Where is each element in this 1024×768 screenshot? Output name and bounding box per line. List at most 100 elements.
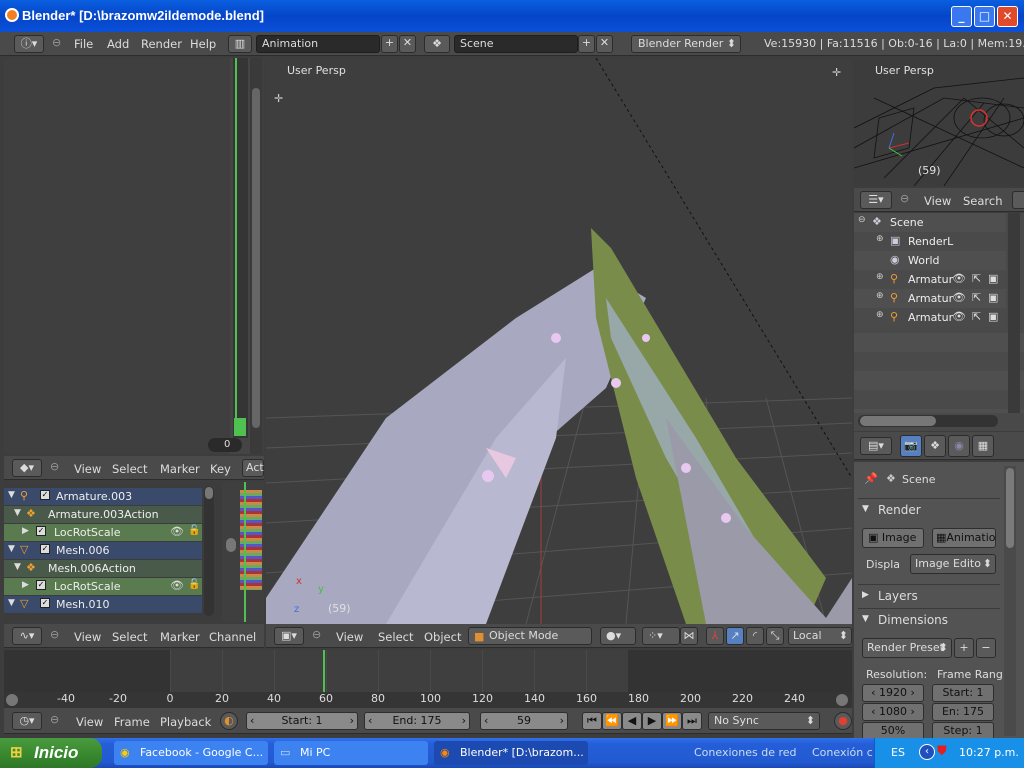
scale-icon[interactable]: ⤡ [766,627,784,645]
close-icon[interactable]: ✕ [997,6,1018,27]
render-panel-title[interactable]: Render [878,503,921,517]
maximize-icon[interactable]: □ [974,6,995,27]
graph-menu-marker[interactable]: Marker [160,630,200,644]
language-indicator[interactable]: ES [891,746,905,759]
outliner-row[interactable]: ⊕ ⚲ Armatur 👁 ⇱ ▣ [854,270,1006,289]
arrow-left-circle-icon[interactable]: ‹ [919,744,935,760]
render-preset-select[interactable]: Render Preset ⬍ [862,638,952,658]
render-animation-button[interactable]: ▦Animatio [932,528,996,548]
manipulator-icon[interactable]: ⋈ [680,627,698,645]
left-scroll-thumb[interactable] [252,88,260,428]
lock-icon[interactable]: 🔓 [188,579,200,590]
outliner-row[interactable]: ⊕ ⚲ Armatur 👁 ⇱ ▣ [854,289,1006,308]
ds-channel-row[interactable]: ▼ ▽ ✓ Mesh.010 [4,596,202,613]
graph-menu-select[interactable]: Select [112,630,147,644]
camera-render-icon[interactable]: ▣ [988,291,998,304]
display-select[interactable]: Image Edito ⬍ [910,554,996,574]
viewport-corner-icon-right[interactable]: ✛ [832,66,841,79]
graph-menu-channel[interactable]: Channel [209,630,256,644]
menu-file[interactable]: File [74,37,93,51]
layers-panel-title[interactable]: Layers [878,589,918,603]
tray-network-text[interactable]: Conexiones de red [694,746,797,759]
end-frame-field[interactable]: En: 175 [932,703,994,721]
tl-menu-view[interactable]: View [76,715,103,729]
channel-check-icon[interactable]: ✓ [40,544,50,554]
render-panel-arrow-icon[interactable]: ▼ [862,504,869,514]
ds-mode-tab[interactable]: Act [242,459,264,477]
expand-toggle-icon[interactable]: ⊖ [858,215,866,225]
channel-check-icon[interactable]: ✓ [40,490,50,500]
outliner-row[interactable]: ⊕ ▣ RenderL [854,232,1006,251]
lock-icon[interactable]: 🔓 [188,525,200,536]
ds-menu-select[interactable]: Select [112,462,147,476]
cursor-select-icon[interactable]: ⇱ [972,272,981,285]
world-context-icon[interactable]: ◉ [948,435,970,457]
channel-check-icon[interactable]: ✓ [36,526,46,536]
start-frame-field[interactable]: Start: 1 [932,684,994,702]
add-layout-icon[interactable]: + [381,35,398,53]
transform-icon[interactable]: ⅄ [706,627,724,645]
vp-menu-object[interactable]: Object [424,630,461,644]
outliner-row[interactable]: ⊖ ❖ Scene [854,213,1006,232]
remove-scene-icon[interactable]: ✕ [596,35,613,53]
play-icon[interactable]: ▶ [642,712,662,730]
scene-field[interactable]: Scene [454,35,578,53]
collapse-icon[interactable]: ⊖ [52,36,61,49]
eye-icon[interactable]: 👁 [952,272,966,285]
menu-add[interactable]: Add [107,37,129,51]
camera-render-icon[interactable]: ▣ [988,272,998,285]
jump-end-icon[interactable]: ⏭ [682,712,702,730]
ds-menu-marker[interactable]: Marker [160,462,200,476]
vp-menu-select[interactable]: Select [378,630,413,644]
keying-icon[interactable]: ◐ [220,712,238,730]
frame-step-field[interactable]: Step: 1 [932,722,994,738]
outliner-menu-search[interactable]: Search [963,194,1003,208]
timeline-scroll-right[interactable] [836,694,848,706]
expand-arrow-icon[interactable]: ▼ [8,490,15,500]
timeline-start-field[interactable]: ‹ Start: 1 › [246,712,358,730]
orientation-select[interactable]: Local ⬍ [788,627,852,645]
prev-key-icon[interactable]: ⏪ [602,712,622,730]
cursor-select-icon[interactable]: ⇱ [972,310,981,323]
task-blender[interactable]: ◉ Blender* [D:\brazom... [434,741,588,765]
outliner-row[interactable]: ⊕ ⚲ Armatur 👁 ⇱ ▣ [854,308,1006,327]
expand-arrow-icon[interactable]: ▼ [14,562,21,572]
tl-menu-frame[interactable]: Frame [114,715,150,729]
ds-channel-row[interactable]: ▼ ⚲ ✓ Armature.003 [4,488,202,505]
pin-icon[interactable]: 📌 [864,472,878,485]
expand-arrow-icon[interactable]: ▼ [8,598,15,608]
vp-menu-view[interactable]: View [336,630,363,644]
ds-scroll-thumb[interactable] [205,487,213,499]
view3d-editor-icon[interactable]: ▣▾ [274,627,304,645]
screen-layout-field[interactable]: Animation [256,35,380,53]
collapse-icon[interactable]: ⊖ [50,628,59,641]
jump-start-icon[interactable]: ⏮ [582,712,602,730]
expand-arrow-icon[interactable]: ▼ [8,544,15,554]
collapse-icon[interactable]: ⊖ [50,713,59,726]
rotate-icon[interactable]: ◜ [746,627,764,645]
collapse-icon[interactable]: ⊖ [312,628,321,641]
sync-select[interactable]: No Sync ⬍ [708,712,820,730]
record-icon[interactable]: ● [834,712,852,730]
next-key-icon[interactable]: ⏩ [662,712,682,730]
outliner-hscroll-thumb[interactable] [860,416,936,426]
viewport-corner-icon[interactable]: ✛ [274,92,283,105]
resolution-pct-field[interactable]: 50% [862,722,924,738]
expand-arrow-icon[interactable]: ▶ [22,580,29,590]
eye-icon[interactable]: 👁 [952,310,966,323]
timeline[interactable]: -40 -20 0 20 40 60 80 100 120 140 160 180 200 220 240 [4,650,852,708]
camera-render-icon[interactable]: ▣ [988,310,998,323]
ds-menu-key[interactable]: Key [210,462,231,476]
dimensions-panel-title[interactable]: Dimensions [878,613,948,627]
collapse-icon[interactable]: ⊖ [50,460,59,473]
graph-menu-view[interactable]: View [74,630,101,644]
expand-toggle-icon[interactable]: ⊕ [876,234,884,244]
properties-scroll-thumb[interactable] [1006,468,1014,548]
eye-icon[interactable]: 👁 [170,525,184,538]
add-preset-icon[interactable]: + [954,638,974,658]
dopesheet-editor-icon[interactable]: ◆▾ [12,459,42,477]
3d-viewport[interactable]: User Persp ✛ ✛ x y z (59) [266,58,852,624]
start-button[interactable]: ⊞ Inicio [0,738,102,768]
ds-channel-row[interactable]: ▶ ✓ LocRotScale 👁 🔓 [4,524,202,541]
eye-icon[interactable]: 👁 [170,579,184,592]
